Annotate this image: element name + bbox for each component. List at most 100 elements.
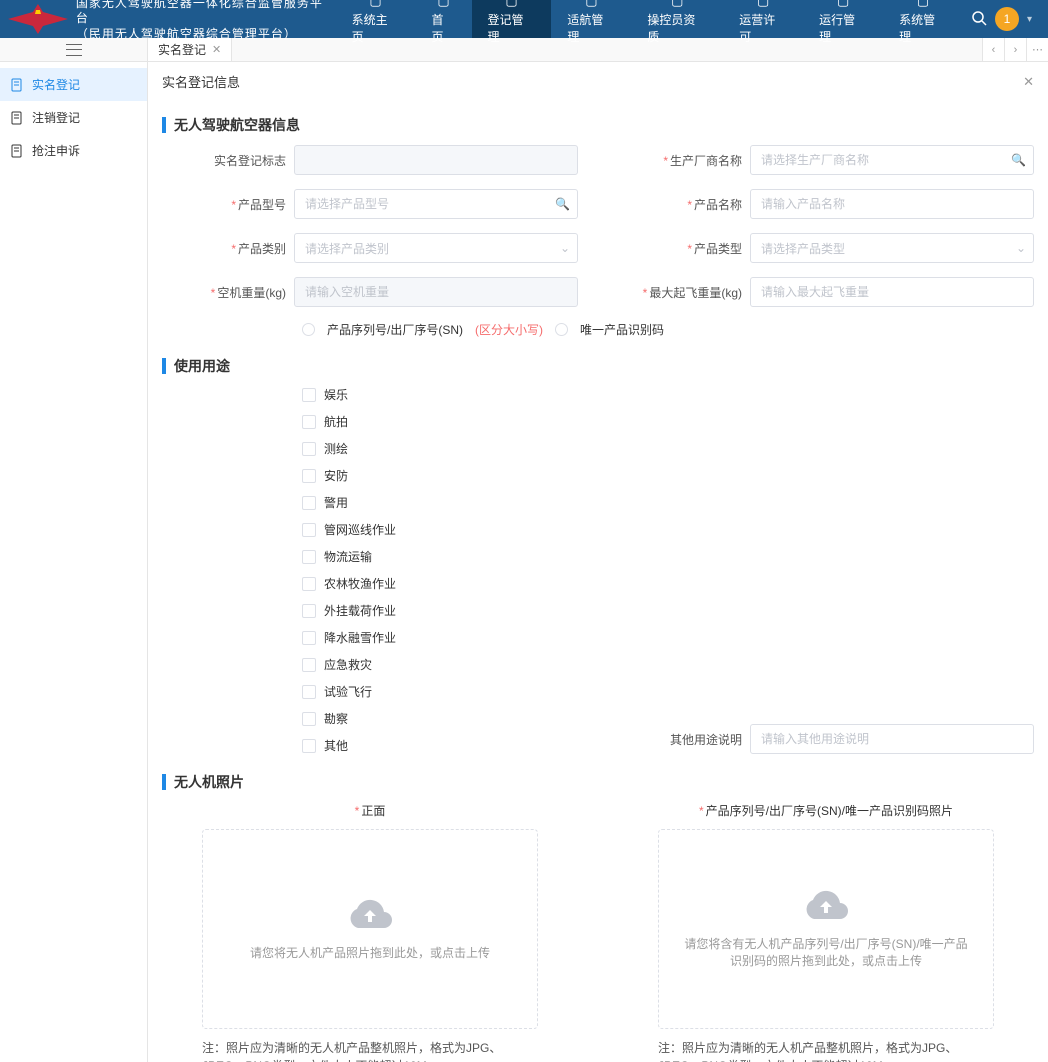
tab-bar: 实名登记 ✕ ‹ › ⋯ [0, 38, 1048, 62]
type-select[interactable]: 请选择产品类型 [750, 233, 1034, 263]
usage-option[interactable]: 应急救灾 [302, 656, 578, 673]
nav-item[interactable]: ▢运行管理 [803, 0, 883, 38]
radio-sn[interactable] [302, 323, 315, 336]
logo-area: 国家无人驾驶航空器一体化综合监管服务平台 （民用无人驾驶航空器综合管理平台） [8, 0, 336, 42]
usage-option[interactable]: 娱乐 [302, 386, 578, 403]
reg-mark-input [294, 145, 578, 175]
usage-option[interactable]: 测绘 [302, 440, 578, 457]
nav-item[interactable]: ▢操控员资质 [631, 0, 723, 38]
search-icon[interactable] [971, 10, 987, 29]
section-title-aircraft-info: 无人驾驶航空器信息 [162, 115, 1034, 135]
upload-sn[interactable]: 请您将含有无人机产品序列号/出厂序号(SN)/唯一产品识别码的照片拖到此处，或点… [658, 829, 994, 1029]
photo-note: 注：照片应为清晰的无人机产品整机照片，格式为JPG、JPEG、PNG类型，文件大… [202, 1039, 538, 1062]
field-type: *产品类型 请选择产品类型⌄ [618, 233, 1034, 263]
app-title: 国家无人驾驶航空器一体化综合监管服务平台 （民用无人驾驶航空器综合管理平台） [76, 0, 336, 42]
tab-close-icon[interactable]: ✕ [212, 43, 221, 56]
logo-emblem [8, 4, 68, 34]
usage-option[interactable]: 安防 [302, 467, 578, 484]
checkbox[interactable] [302, 577, 316, 591]
model-input[interactable] [294, 189, 578, 219]
nav-item[interactable]: ▢运营许可 [723, 0, 803, 38]
field-max-takeoff: *最大起飞重量(kg) [618, 277, 1034, 307]
usage-checkbox-list: 娱乐航拍测绘安防警用管网巡线作业物流运输农林牧渔作业外挂载荷作业降水融雪作业应急… [162, 386, 578, 754]
sidebar-item[interactable]: 实名登记 [0, 68, 147, 101]
usage-option[interactable]: 勘察 [302, 710, 578, 727]
file-icon [10, 78, 24, 92]
user-menu-caret-icon[interactable]: ▾ [1027, 14, 1032, 25]
tab-prev-button[interactable]: ‹ [982, 38, 1004, 61]
usage-option[interactable]: 外挂载荷作业 [302, 602, 578, 619]
photo-sn-column: *产品序列号/出厂序号(SN)/唯一产品识别码照片 请您将含有无人机产品序列号/… [618, 802, 1034, 1062]
monitor-icon: ▢ [369, 0, 381, 9]
checkbox[interactable] [302, 712, 316, 726]
nav-item[interactable]: ▢适航管理 [551, 0, 631, 38]
file-icon [10, 111, 24, 125]
category-select[interactable]: 请选择产品类别 [294, 233, 578, 263]
tab-nav: ‹ › ⋯ [982, 38, 1048, 61]
checkbox[interactable] [302, 442, 316, 456]
usage-option[interactable]: 航拍 [302, 413, 578, 430]
upload-hint: 请您将无人机产品照片拖到此处，或点击上传 [230, 944, 510, 961]
settings-icon: ▢ [917, 0, 929, 9]
id-card-icon: ▢ [757, 0, 769, 9]
panel-close-icon[interactable]: ✕ [1023, 74, 1034, 90]
checkbox[interactable] [302, 496, 316, 510]
app-title-line1: 国家无人驾驶航空器一体化综合监管服务平台 [76, 0, 336, 27]
header-right: 1 ▾ [963, 7, 1040, 31]
app-header: 国家无人驾驶航空器一体化综合监管服务平台 （民用无人驾驶航空器综合管理平台） ▢… [0, 0, 1048, 38]
nav-item[interactable]: ▢登记管理 [472, 0, 552, 38]
usage-option[interactable]: 试验飞行 [302, 683, 578, 700]
checkbox[interactable] [302, 469, 316, 483]
tab-realname-register[interactable]: 实名登记 ✕ [148, 38, 232, 61]
section-title-photos: 无人机照片 [162, 772, 1034, 792]
checkbox[interactable] [302, 631, 316, 645]
product-name-input[interactable] [750, 189, 1034, 219]
nav-item[interactable]: ▢首页 [416, 0, 472, 38]
tab-more-button[interactable]: ⋯ [1026, 38, 1048, 61]
sidebar-toggle-area [0, 38, 148, 61]
field-reg-mark: 实名登记标志 [162, 145, 578, 175]
photo-front-column: *正面 请您将无人机产品照片拖到此处，或点击上传 注：照片应为清晰的无人机产品整… [162, 802, 578, 1062]
field-other-usage: 其他用途说明 [618, 724, 1034, 754]
field-product-name: *产品名称 [618, 189, 1034, 219]
manufacturer-input[interactable] [750, 145, 1034, 175]
nav-item[interactable]: ▢系统主页 [336, 0, 416, 38]
shield-icon: ▢ [671, 0, 683, 9]
max-takeoff-input[interactable] [750, 277, 1034, 307]
page-title: 实名登记信息 [162, 72, 240, 91]
checkbox[interactable] [302, 550, 316, 564]
sidebar-item[interactable]: 抢注申诉 [0, 134, 147, 167]
upload-front[interactable]: 请您将无人机产品照片拖到此处，或点击上传 [202, 829, 538, 1029]
cloud-upload-icon [802, 889, 850, 925]
radio-unique-id[interactable] [555, 323, 568, 336]
photo-note: 注：照片应为清晰的无人机产品整机照片，格式为JPG、JPEG、PNG类型，文件大… [658, 1039, 994, 1062]
upload-hint: 请您将含有无人机产品序列号/出厂序号(SN)/唯一产品识别码的照片拖到此处，或点… [659, 935, 993, 969]
usage-option[interactable]: 物流运输 [302, 548, 578, 565]
checkbox[interactable] [302, 388, 316, 402]
checkbox[interactable] [302, 415, 316, 429]
checkbox[interactable] [302, 523, 316, 537]
top-nav: ▢系统主页▢首页▢登记管理▢适航管理▢操控员资质▢运营许可▢运行管理▢系统管理 [336, 0, 963, 38]
checkbox[interactable] [302, 685, 316, 699]
empty-weight-input[interactable] [294, 277, 578, 307]
usage-option[interactable]: 警用 [302, 494, 578, 511]
section-title-usage: 使用用途 [162, 356, 1034, 376]
usage-option[interactable]: 农林牧渔作业 [302, 575, 578, 592]
other-usage-input[interactable] [750, 724, 1034, 754]
content: 实名登记信息 ✕ 无人驾驶航空器信息 实名登记标志 *生产厂商名称 🔍 *产品型… [148, 62, 1048, 1062]
usage-form: *使用用途 娱乐航拍测绘安防警用管网巡线作业物流运输农林牧渔作业外挂载荷作业降水… [162, 386, 1034, 754]
checkbox[interactable] [302, 739, 316, 753]
content-header: 实名登记信息 ✕ [162, 72, 1034, 97]
usage-option[interactable]: 降水融雪作业 [302, 629, 578, 646]
checkbox[interactable] [302, 604, 316, 618]
tab-next-button[interactable]: › [1004, 38, 1026, 61]
usage-option[interactable]: 管网巡线作业 [302, 521, 578, 538]
user-avatar[interactable]: 1 [995, 7, 1019, 31]
nav-item[interactable]: ▢系统管理 [883, 0, 963, 38]
tab-label: 实名登记 [158, 41, 206, 58]
file-icon: ▢ [505, 0, 517, 9]
checkbox[interactable] [302, 658, 316, 672]
hamburger-icon[interactable] [66, 44, 82, 56]
sidebar-item[interactable]: 注销登记 [0, 101, 147, 134]
usage-option[interactable]: 其他 [302, 737, 578, 754]
